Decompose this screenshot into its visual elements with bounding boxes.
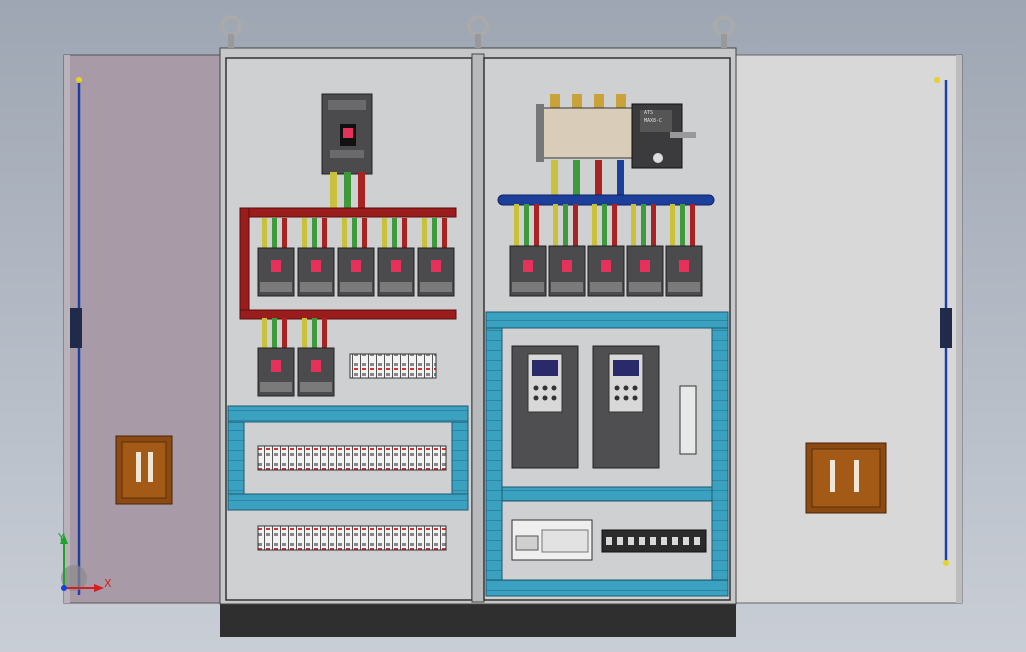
left-door-handle[interactable] [115, 435, 173, 505]
left-door-hinge [70, 308, 82, 348]
right-mounting-plate [483, 57, 731, 601]
branch-breakers-right [509, 204, 703, 297]
left-mounting-plate [225, 57, 473, 601]
center-post [471, 53, 485, 603]
right-door-hinge [940, 308, 952, 348]
automatic-transfer-switch [536, 94, 696, 169]
plc-module [511, 519, 593, 561]
left-door [63, 54, 223, 604]
busbar-right [497, 194, 715, 206]
electrical-cabinet-render [0, 0, 1026, 652]
right-door-handle[interactable] [805, 442, 887, 514]
right-door [733, 54, 963, 604]
soft-starter-1 [511, 345, 579, 469]
terminal-strip-lower [257, 525, 447, 551]
terminal-strip-upper [257, 445, 447, 471]
power-supply-module [679, 385, 697, 455]
cabinet-plinth [220, 603, 736, 637]
soft-starter-2 [592, 345, 660, 469]
terminal-strip-small [349, 353, 437, 379]
main-breaker [321, 93, 373, 175]
